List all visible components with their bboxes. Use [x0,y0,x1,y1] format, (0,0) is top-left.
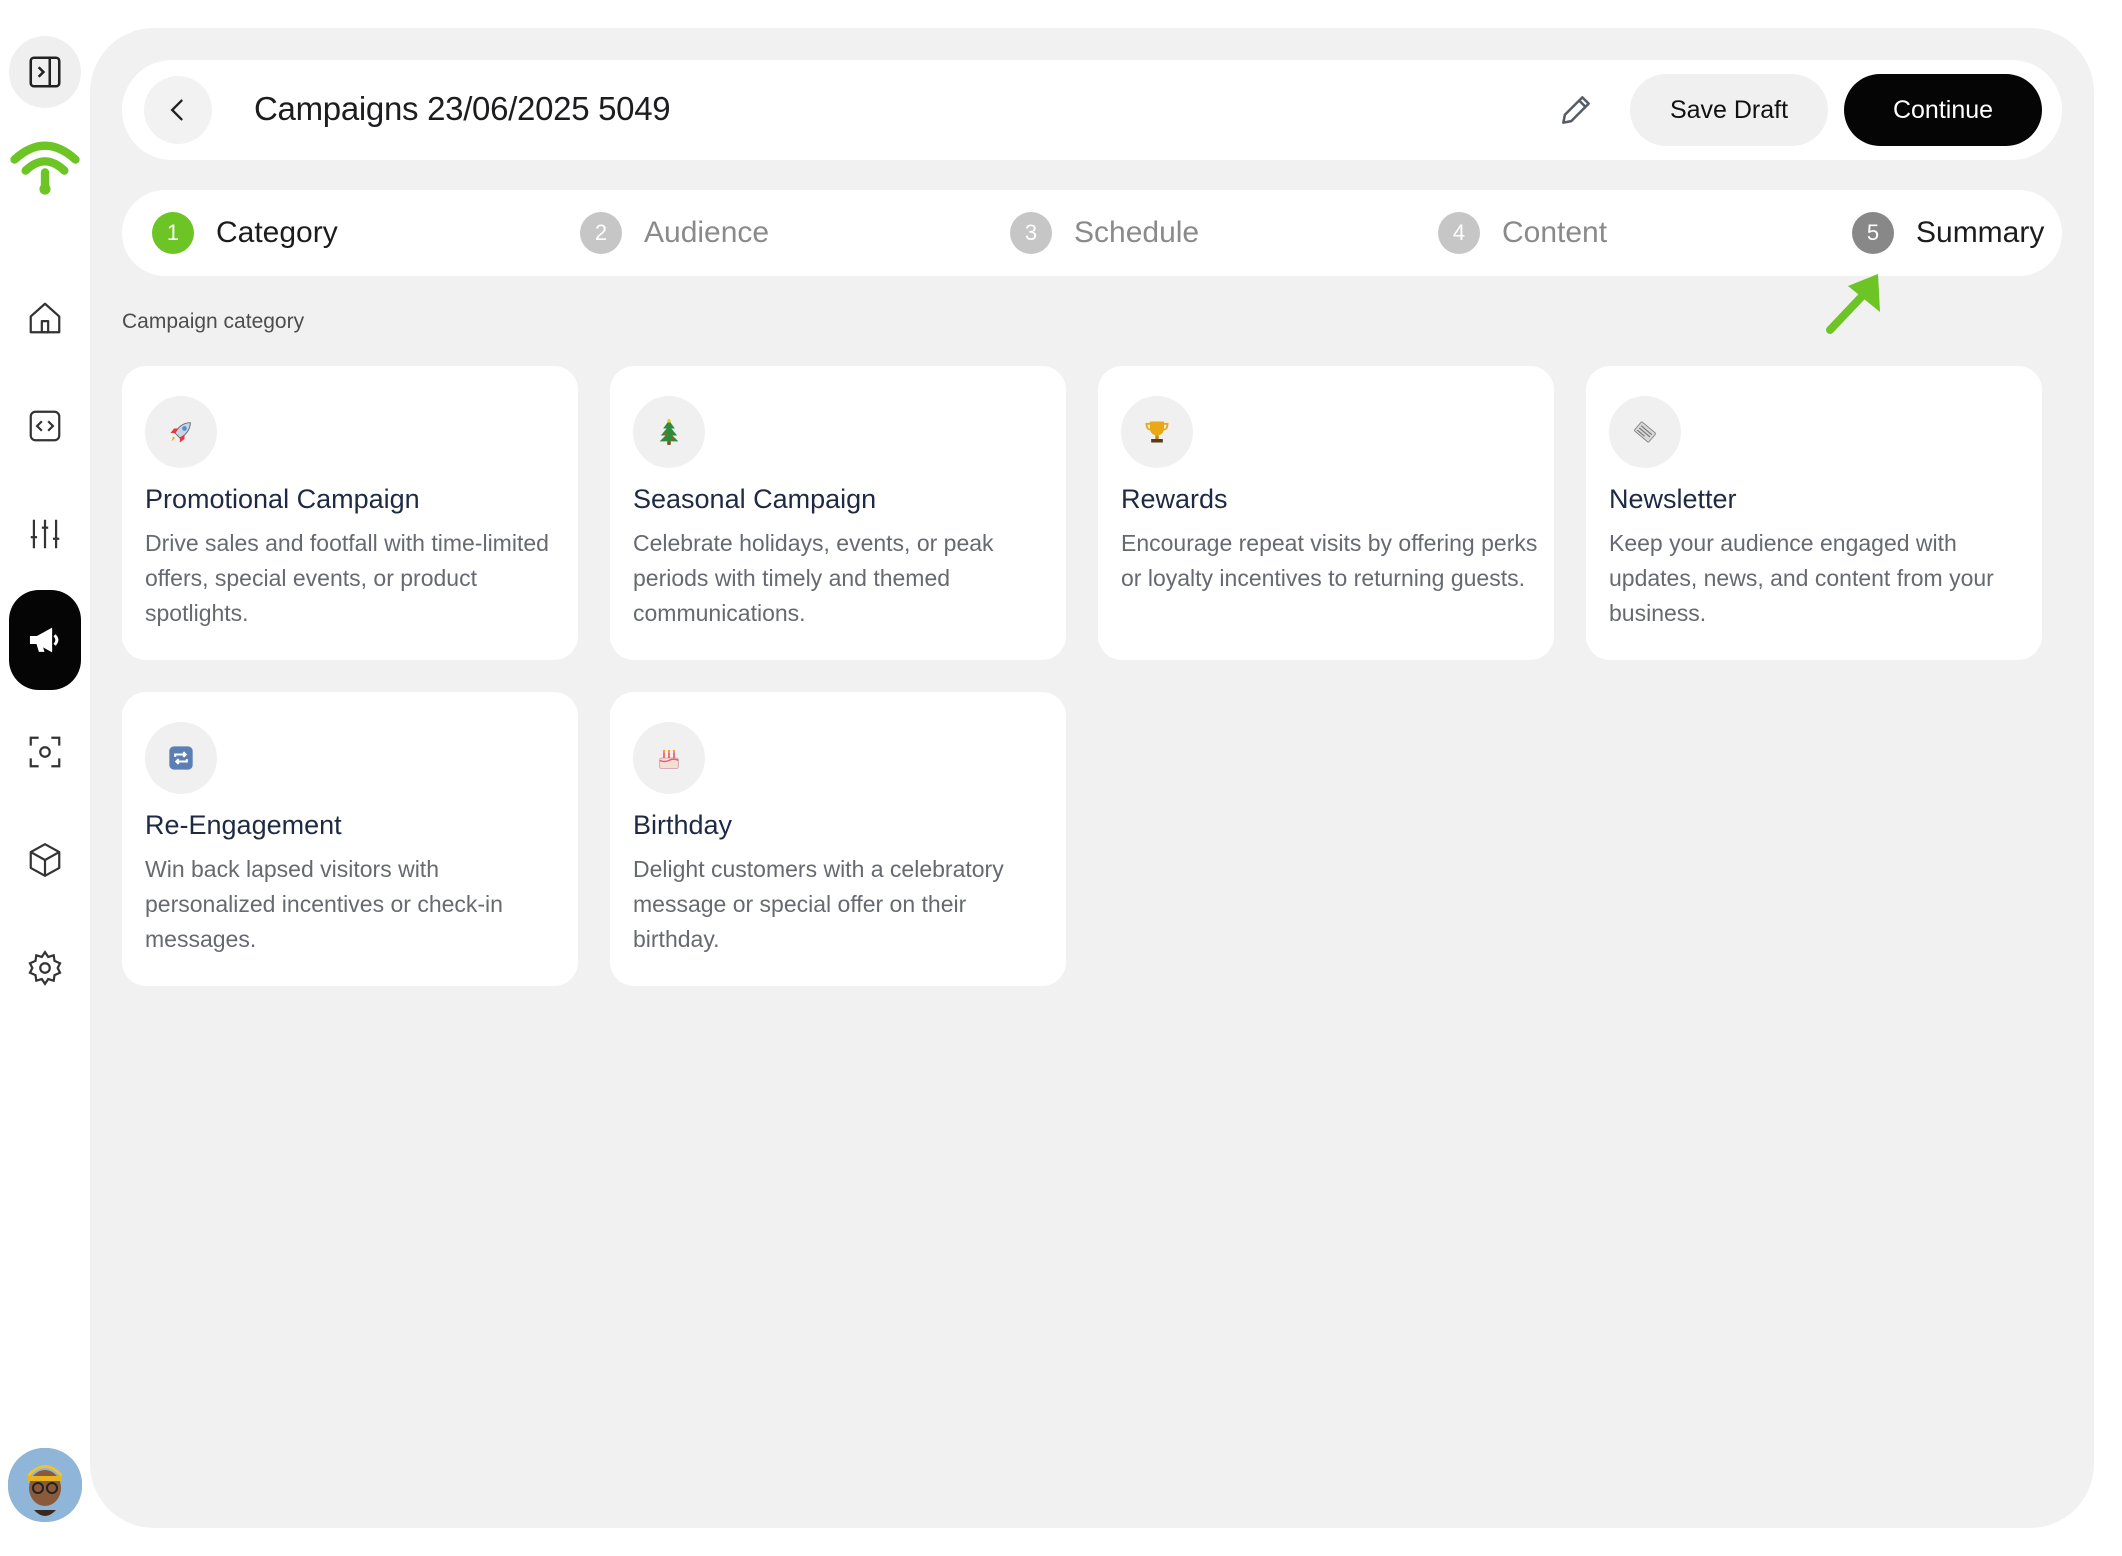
sidebar-item-adjustments[interactable] [9,498,81,570]
step-label: Summary [1916,216,2045,249]
card-description: Encourage repeat visits by offering perk… [1121,530,1538,591]
step-label: Schedule [1074,216,1200,249]
sidebar-item-home[interactable] [9,282,81,354]
card-description: Drive sales and footfall with time-limit… [145,530,549,626]
card-icon-wrap [633,722,705,794]
category-card-newsletter[interactable]: Newsletter Keep your audience engaged wi… [1586,366,2042,660]
step-label: Category [216,216,338,249]
card-title: Seasonal Campaign [633,484,877,514]
step-label: Content [1502,216,1608,249]
card-icon-wrap [145,722,217,794]
newspaper-icon [1634,421,1656,443]
step-number: 5 [1852,212,1894,254]
step-number: 4 [1438,212,1480,254]
card-icon-wrap [1609,396,1681,468]
card-description: Delight customers with a celebratory mes… [633,856,1004,952]
step-label: Audience [644,216,770,249]
sidebar-item-campaigns[interactable] [9,590,81,690]
category-card-birthday[interactable]: Birthday Delight customers with a celebr… [610,692,1066,986]
category-card-seasonal[interactable]: Seasonal Campaign Celebrate holidays, ev… [610,366,1066,660]
brand-logo[interactable] [9,130,81,202]
category-card-reengagement[interactable]: Re-Engagement Win back lapsed visitors w… [122,692,578,986]
sidebar-toggle-button[interactable] [9,36,81,108]
step-number: 2 [580,212,622,254]
step-summary[interactable]: 5 Summary [1852,190,2044,276]
panel-toggle-icon [29,56,61,88]
sliders-icon [30,519,60,549]
sidebar-item-products[interactable] [9,824,81,896]
edit-title-button[interactable] [1554,88,1598,132]
card-icon-wrap [633,396,705,468]
card-title: Promotional Campaign [145,484,420,514]
progress-stepper: 1 Category 2 Audience 3 Schedule 4 Conte… [122,190,2062,276]
user-avatar[interactable] [8,1448,82,1522]
step-number: 1 [152,212,194,254]
home-icon [29,302,61,334]
page-title: Campaigns 23/06/2025 5049 [254,90,671,127]
trophy-icon [1145,421,1169,443]
cube-icon [29,843,61,877]
card-title: Rewards [1121,484,1228,514]
back-button[interactable] [144,76,212,144]
save-draft-button[interactable]: Save Draft [1630,74,1828,146]
section-label: Campaign category [122,310,305,333]
card-title: Re-Engagement [145,810,342,840]
rocket-icon [170,422,191,443]
avatar-icon [8,1448,82,1522]
wifi-logo-icon [10,141,80,195]
step-audience[interactable]: 2 Audience [580,190,769,276]
chevron-left-icon [170,99,183,121]
card-description: Celebrate holidays, events, or peak peri… [633,530,994,626]
sidebar-item-scan[interactable] [9,716,81,788]
continue-button[interactable]: Continue [1844,74,2042,146]
card-icon-wrap [145,396,217,468]
card-title: Birthday [633,810,733,840]
card-description: Win back lapsed visitors with personaliz… [145,856,503,952]
card-icon-wrap [1121,396,1193,468]
card-description: Keep your audience engaged with updates,… [1609,530,1994,626]
tree-icon [659,419,679,445]
sidebar-item-settings[interactable] [9,932,81,1004]
step-content[interactable]: 4 Content [1438,190,1607,276]
step-category[interactable]: 1 Category [152,190,338,276]
code-icon [29,410,61,442]
step-schedule[interactable]: 3 Schedule [1010,190,1199,276]
sidebar-item-code[interactable] [9,390,81,462]
card-title: Newsletter [1609,484,1737,514]
main-panel: Campaigns 23/06/2025 5049 Save Draft Con… [90,28,2094,1528]
repeat-icon [169,746,193,770]
scan-face-icon [29,736,61,768]
megaphone-icon [29,627,59,653]
cake-icon [659,749,679,769]
pencil-icon [1562,96,1590,124]
category-card-rewards[interactable]: Rewards Encourage repeat visits by offer… [1098,366,1554,660]
pointer-arrow-icon [1826,274,1880,334]
step-number: 3 [1010,212,1052,254]
gear-icon [28,950,62,986]
top-bar: Campaigns 23/06/2025 5049 Save Draft Con… [122,60,2062,160]
sidebar [0,0,90,1556]
category-card-promotional[interactable]: Promotional Campaign Drive sales and foo… [122,366,578,660]
